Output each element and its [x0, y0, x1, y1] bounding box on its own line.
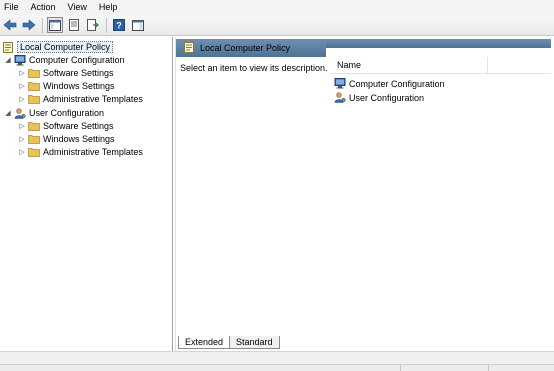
back-arrow-icon[interactable] — [2, 17, 18, 33]
column-header-label: Name — [337, 60, 362, 70]
tree-item-label: Administrative Templates — [43, 146, 143, 157]
collapsed-arrow-icon[interactable]: ▷ — [18, 95, 26, 103]
tree-item-software-settings[interactable]: ▷ Software Settings — [18, 66, 114, 79]
folder-icon — [28, 147, 40, 157]
tree-item-computer-configuration[interactable]: ◢ Computer Configuration — [4, 53, 125, 66]
tab-standard[interactable]: Standard — [229, 336, 280, 349]
status-divider — [400, 365, 401, 371]
details-header: Local Computer Policy — [176, 39, 326, 57]
expanded-arrow-icon[interactable]: ◢ — [4, 109, 12, 117]
help-icon[interactable]: ? — [111, 17, 127, 33]
collapsed-arrow-icon[interactable]: ▷ — [18, 82, 26, 90]
tab-extended[interactable]: Extended — [178, 336, 231, 349]
export-list-icon[interactable] — [85, 17, 101, 33]
tree-item-label: Software Settings — [43, 67, 114, 78]
status-divider — [488, 365, 489, 371]
collapsed-arrow-icon[interactable]: ▷ — [18, 135, 26, 143]
svg-text:?: ? — [116, 21, 122, 31]
tree-item-administrative-templates[interactable]: ▷ Administrative Templates — [18, 145, 143, 158]
computer-icon — [14, 54, 26, 65]
toolbar-separator — [42, 17, 43, 33]
view-tabs: Extended Standard — [178, 336, 280, 350]
status-bar — [0, 364, 554, 371]
tree-item-windows-settings[interactable]: ▷ Windows Settings — [18, 132, 115, 145]
tree-item-local-computer-policy[interactable]: Local Computer Policy — [2, 40, 114, 53]
tree-item-label: Windows Settings — [43, 133, 115, 144]
computer-icon — [334, 78, 346, 89]
folder-icon — [28, 94, 40, 104]
tree-item-label: Software Settings — [43, 120, 114, 131]
tree-item-user-configuration[interactable]: ◢ User Configuration — [4, 106, 104, 119]
list-item-user-configuration[interactable]: User Configuration — [334, 91, 424, 104]
menu-bar: File Action View Help — [0, 0, 554, 15]
tree-item-label: Computer Configuration — [29, 54, 125, 65]
collapsed-arrow-icon[interactable]: ▷ — [18, 122, 26, 130]
collapsed-arrow-icon[interactable]: ▷ — [18, 69, 26, 77]
tree-item-label: Administrative Templates — [43, 93, 143, 104]
folder-icon — [28, 68, 40, 78]
tree-item-label: User Configuration — [29, 107, 105, 118]
collapsed-arrow-icon[interactable]: ▷ — [18, 148, 26, 156]
list-item-label: Computer Configuration — [349, 78, 445, 89]
forward-arrow-icon[interactable] — [21, 17, 37, 33]
policy-icon — [2, 41, 14, 53]
policy-icon — [184, 41, 194, 55]
menu-action[interactable]: Action — [31, 0, 56, 15]
tree-item-administrative-templates[interactable]: ▷ Administrative Templates — [18, 92, 143, 105]
toolbar-separator — [106, 17, 107, 33]
tree-item-windows-settings[interactable]: ▷ Windows Settings — [18, 79, 115, 92]
folder-icon — [28, 81, 40, 91]
tree-item-software-settings[interactable]: ▷ Software Settings — [18, 119, 114, 132]
list-item-label: User Configuration — [349, 92, 425, 103]
folder-icon — [28, 134, 40, 144]
details-pane: Local Computer Policy Select an item to … — [175, 37, 554, 351]
details-header-title: Local Computer Policy — [200, 43, 291, 53]
console-tree: Local Computer Policy ◢ Computer Configu… — [0, 37, 173, 351]
description-text: Select an item to view its description. — [180, 63, 328, 73]
properties-icon[interactable] — [66, 17, 82, 33]
header-band — [326, 39, 551, 48]
folder-icon — [28, 121, 40, 131]
tree-item-label: Local Computer Policy — [17, 40, 114, 53]
menu-help[interactable]: Help — [99, 0, 118, 15]
expanded-arrow-icon[interactable]: ◢ — [4, 56, 12, 64]
user-icon — [14, 107, 26, 119]
tree-item-label: Windows Settings — [43, 80, 115, 91]
horizontal-scrollbar[interactable] — [0, 351, 554, 364]
column-divider[interactable] — [487, 57, 488, 74]
column-header-name[interactable]: Name — [331, 57, 551, 74]
menu-view[interactable]: View — [68, 0, 87, 15]
list-item-computer-configuration[interactable]: Computer Configuration — [334, 77, 445, 90]
menu-file[interactable]: File — [4, 0, 19, 15]
show-hide-action-pane-icon[interactable] — [130, 17, 146, 33]
toolbar: ? — [0, 15, 554, 36]
show-hide-console-tree-icon[interactable] — [47, 17, 63, 33]
user-icon — [334, 92, 346, 103]
